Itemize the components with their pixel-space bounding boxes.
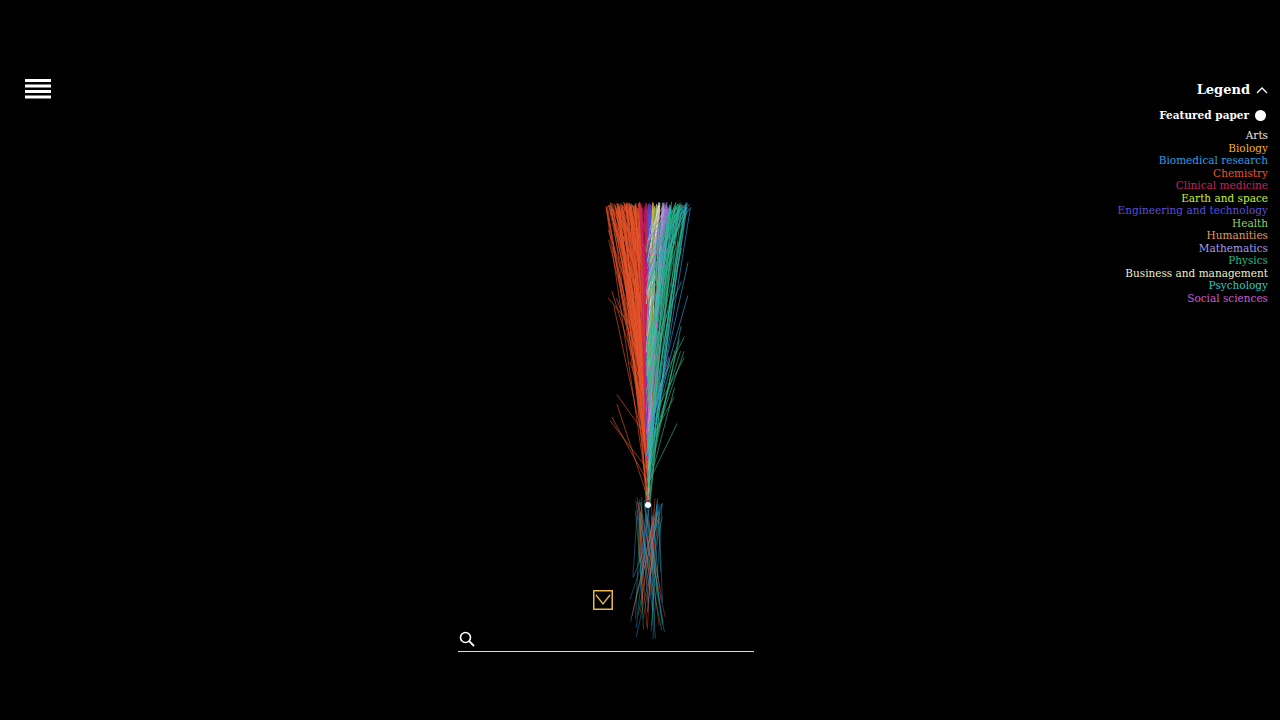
legend-item[interactable]: Health: [1118, 217, 1268, 230]
citation-line: [647, 208, 689, 287]
citation-line: [647, 295, 688, 440]
citation-line: [637, 497, 665, 617]
legend-featured: Featured paper: [1159, 109, 1266, 121]
menu-icon: [25, 79, 51, 99]
chevron-down-icon: [593, 590, 613, 610]
citation-line: [650, 262, 688, 437]
citation-line: [648, 204, 690, 252]
legend-item[interactable]: Earth and space: [1118, 192, 1268, 205]
featured-paper-dot[interactable]: [645, 502, 651, 508]
citation-line: [650, 207, 691, 461]
legend-item[interactable]: Physics: [1118, 254, 1268, 267]
legend-item[interactable]: Psychology: [1118, 279, 1268, 292]
citation-line: [648, 207, 686, 302]
legend-item[interactable]: Chemistry: [1118, 167, 1268, 180]
search-field[interactable]: [458, 628, 754, 652]
citation-line: [619, 205, 648, 504]
details-toggle[interactable]: [593, 590, 613, 613]
citation-feather-chart[interactable]: [0, 0, 1280, 720]
caret-up-icon: [1256, 86, 1268, 94]
search-input[interactable]: [481, 630, 754, 648]
citation-line: [640, 508, 654, 612]
featured-dot-icon: [1255, 110, 1266, 121]
visualization-page: Legend Featured paper ArtsBiologyBiomedi…: [0, 0, 1280, 720]
legend-item[interactable]: Arts: [1118, 129, 1268, 142]
citation-line: [647, 498, 657, 612]
citation-line: [647, 203, 687, 402]
citation-line: [648, 208, 688, 459]
legend-item[interactable]: Mathematics: [1118, 242, 1268, 255]
citation-line: [648, 350, 675, 454]
legend-title: Legend: [1197, 82, 1250, 97]
menu-button[interactable]: [25, 79, 51, 102]
legend-toggle[interactable]: Legend: [1197, 82, 1268, 97]
citation-line: [649, 204, 688, 239]
legend-item[interactable]: Humanities: [1118, 229, 1268, 242]
citation-line: [647, 202, 686, 454]
legend: Legend Featured paper ArtsBiologyBiomedi…: [1118, 82, 1268, 304]
citation-line: [640, 499, 665, 632]
legend-item[interactable]: Biology: [1118, 142, 1268, 155]
citation-line: [659, 504, 663, 603]
citation-line: [646, 207, 685, 262]
citation-line: [649, 205, 685, 475]
legend-item[interactable]: Social sciences: [1118, 292, 1268, 305]
legend-item[interactable]: Clinical medicine: [1118, 179, 1268, 192]
legend-item[interactable]: Business and management: [1118, 267, 1268, 280]
search-icon: [459, 631, 475, 647]
citation-line: [633, 509, 637, 577]
citation-line: [646, 499, 662, 625]
legend-item[interactable]: Engineering and technology: [1118, 204, 1268, 217]
legend-item[interactable]: Biomedical research: [1118, 154, 1268, 167]
